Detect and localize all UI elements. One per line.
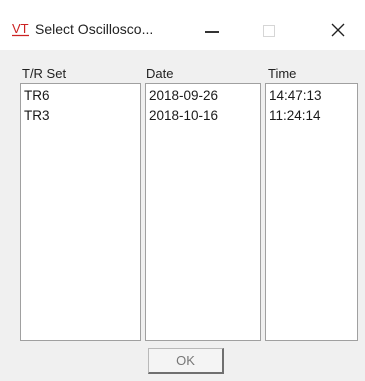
select-oscilloscope-dialog: VT Select Oscillosco... T/R Set Date Tim… bbox=[0, 0, 365, 381]
title-bar[interactable]: VT Select Oscillosco... bbox=[0, 0, 365, 50]
minimize-button[interactable] bbox=[189, 10, 235, 42]
window-title: Select Oscillosco... bbox=[35, 21, 154, 37]
svg-text:VT: VT bbox=[12, 21, 29, 36]
trset-column-header: T/R Set bbox=[22, 66, 67, 81]
time-listbox[interactable]: 14:47:13 11:24:14 bbox=[265, 83, 358, 341]
trset-list-item[interactable]: TR6 bbox=[24, 86, 140, 106]
maximize-icon bbox=[263, 25, 275, 37]
date-column-header: Date bbox=[146, 66, 174, 81]
maximize-button[interactable] bbox=[245, 10, 291, 42]
ok-button[interactable]: OK bbox=[148, 348, 224, 374]
minimize-icon bbox=[205, 31, 219, 33]
close-button[interactable] bbox=[316, 10, 362, 42]
date-list-item[interactable]: 2018-10-16 bbox=[149, 106, 260, 126]
trset-list-item[interactable]: TR3 bbox=[24, 106, 140, 126]
date-list-item[interactable]: 2018-09-26 bbox=[149, 86, 260, 106]
close-icon bbox=[331, 23, 345, 37]
dialog-body: T/R Set Date Time TR6 TR3 2018-09-26 201… bbox=[0, 50, 365, 381]
time-column-header: Time bbox=[268, 66, 297, 81]
trset-listbox[interactable]: TR6 TR3 bbox=[20, 83, 141, 341]
date-listbox[interactable]: 2018-09-26 2018-10-16 bbox=[145, 83, 261, 341]
app-logo-icon: VT bbox=[12, 21, 29, 37]
time-list-item[interactable]: 14:47:13 bbox=[269, 86, 357, 106]
time-list-item[interactable]: 11:24:14 bbox=[269, 106, 357, 126]
